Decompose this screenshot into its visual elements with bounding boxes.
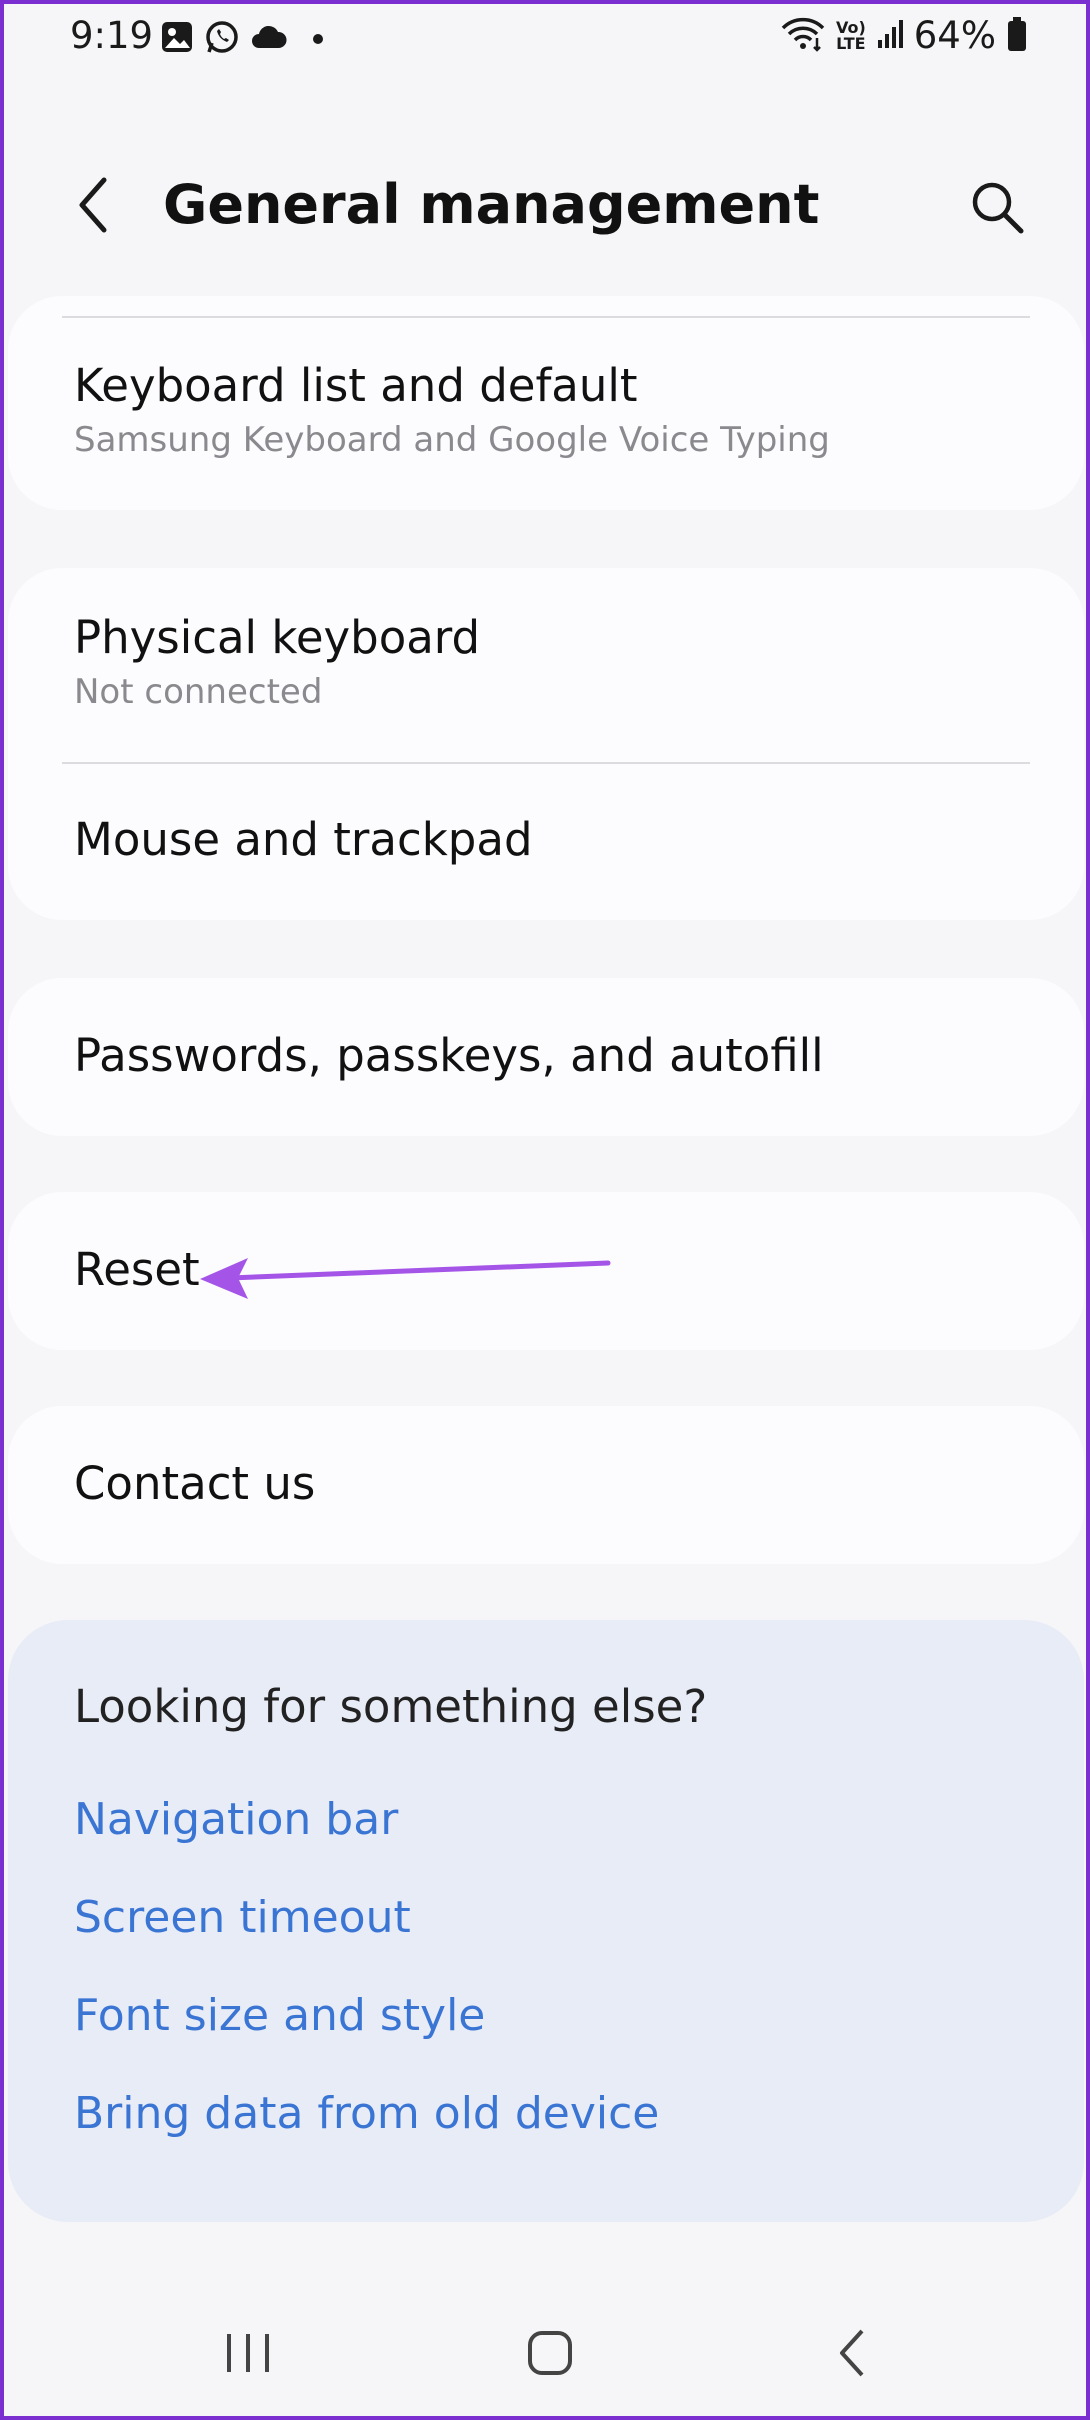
search-icon	[972, 182, 1024, 234]
suggestions-heading: Looking for something else?	[74, 1680, 708, 1733]
divider	[62, 316, 1030, 318]
status-bar: 9:19 Vo) LTE 64%	[0, 0, 1090, 80]
item-title: Passwords, passkeys, and autofill	[74, 1029, 824, 1082]
annotation-arrow	[200, 1258, 611, 1299]
page-title: General management	[163, 173, 820, 236]
cloud-icon	[250, 22, 288, 56]
passwords-item[interactable]: Passwords, passkeys, and autofill	[8, 1028, 1084, 1084]
divider	[62, 762, 1030, 764]
home-icon	[528, 2331, 572, 2375]
volte-icon: Vo) LTE	[835, 17, 866, 53]
suggestion-link-bring-data[interactable]: Bring data from old device	[74, 2088, 659, 2139]
suggestion-link-navigation-bar[interactable]: Navigation bar	[74, 1794, 398, 1845]
nav-back-button[interactable]	[812, 2318, 892, 2388]
mouse-trackpad-item[interactable]: Mouse and trackpad	[8, 812, 1084, 868]
item-subtitle: Not connected	[74, 672, 323, 712]
suggestion-link-screen-timeout[interactable]: Screen timeout	[74, 1892, 411, 1943]
battery-icon	[1006, 16, 1028, 56]
status-right-icons: Vo) LTE 64%	[780, 14, 1028, 57]
keyboard-card: Keyboard list and default Samsung Keyboa…	[8, 296, 1084, 510]
input-devices-card: Physical keyboard Not connected Mouse an…	[8, 568, 1084, 920]
recents-button[interactable]	[208, 2318, 288, 2388]
whatsapp-icon	[204, 19, 240, 59]
item-subtitle: Samsung Keyboard and Google Voice Typing	[74, 420, 830, 460]
system-nav-bar	[0, 2300, 1090, 2400]
status-left-icons	[160, 19, 324, 59]
status-time: 9:19	[70, 14, 154, 57]
home-button[interactable]	[510, 2318, 590, 2388]
suggestion-link-font-size[interactable]: Font size and style	[74, 1990, 485, 2041]
item-title: Mouse and trackpad	[74, 813, 533, 866]
physical-keyboard-item[interactable]: Physical keyboard Not connected	[8, 610, 1084, 714]
back-button[interactable]	[62, 170, 122, 240]
item-title: Keyboard list and default	[74, 359, 638, 412]
battery-percentage: 64%	[913, 14, 996, 57]
recents-icon	[227, 2334, 269, 2372]
keyboard-list-item[interactable]: Keyboard list and default Samsung Keyboa…	[8, 358, 1084, 462]
contact-us-item[interactable]: Contact us	[8, 1456, 1084, 1512]
item-title: Physical keyboard	[74, 611, 481, 664]
wifi-icon	[780, 16, 826, 56]
chevron-left-icon	[79, 177, 107, 233]
suggestions-card: Looking for something else? Navigation b…	[8, 1620, 1084, 2222]
back-icon	[840, 2329, 864, 2377]
item-title: Contact us	[74, 1457, 316, 1510]
search-button[interactable]	[962, 172, 1032, 242]
signal-icon	[876, 18, 904, 54]
app-header: General management	[0, 150, 1090, 260]
passwords-card: Passwords, passkeys, and autofill	[8, 978, 1084, 1136]
contact-card: Contact us	[8, 1406, 1084, 1564]
gallery-icon	[160, 20, 194, 58]
dot-icon	[312, 30, 324, 49]
